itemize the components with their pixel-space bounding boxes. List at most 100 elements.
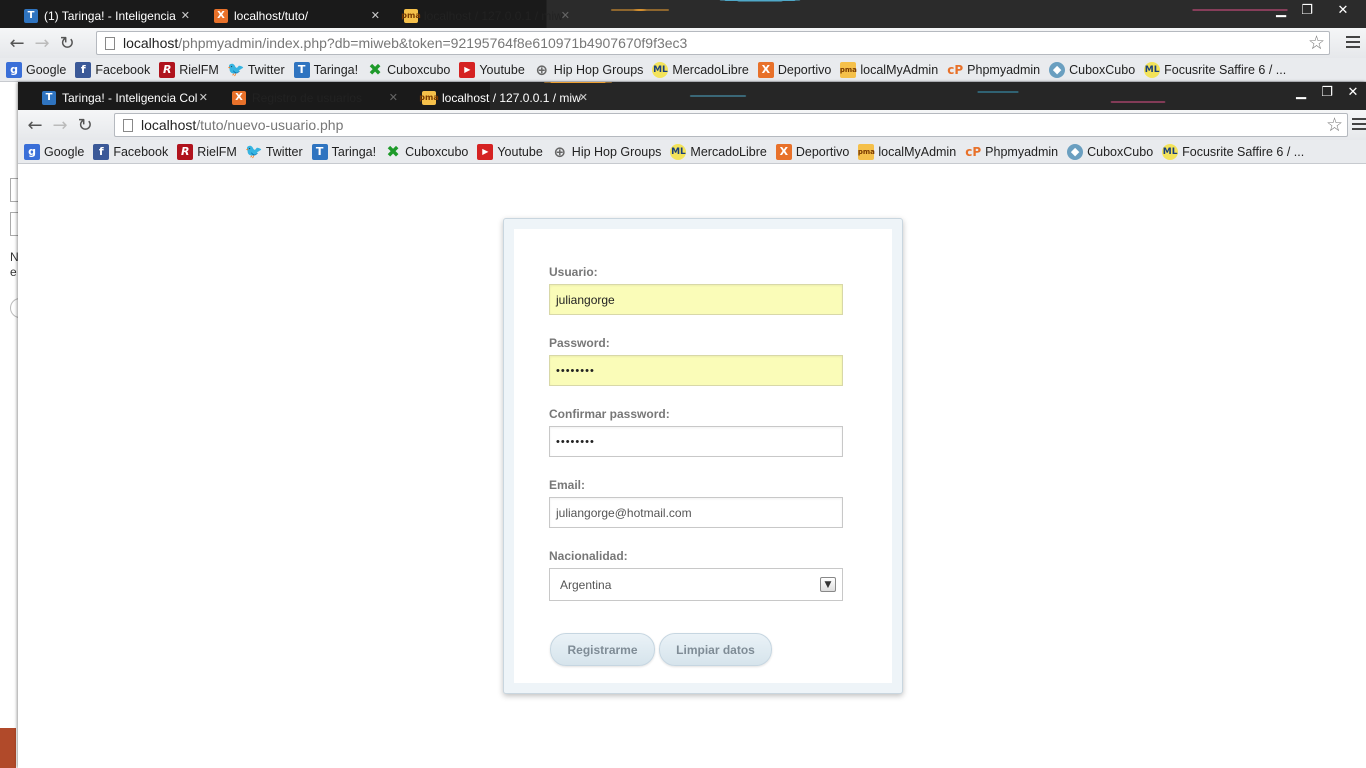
front-window-controls: ▁ ❐ ✕ xyxy=(1288,82,1366,102)
bookmark-label: MercadoLibre xyxy=(672,62,749,77)
back-tab-phpmyadmin[interactable]: pma localhost / 127.0.0.1 / miw ✕ xyxy=(386,3,582,28)
bookmark-label: Youtube xyxy=(479,62,525,77)
bookmark-label: Facebook xyxy=(95,62,151,77)
tab-label: (1) Taringa! - Inteligencia xyxy=(44,8,176,23)
xampp-icon: X xyxy=(232,90,246,105)
facebook-icon: f xyxy=(93,143,110,160)
twitter-icon: 🐦 xyxy=(227,61,245,78)
bookmark-phpmyadmin[interactable]: cP Phpmyadmin xyxy=(947,62,1040,78)
password-label: Password: xyxy=(549,336,610,350)
bookmark-facebook[interactable]: f Facebook xyxy=(75,61,151,78)
bookmark-label: Cuboxcubo xyxy=(387,62,451,77)
back-arrow-icon[interactable]: ← xyxy=(24,114,46,136)
phpmyadmin-icon: pma xyxy=(401,8,421,23)
bookmark-localmyadmin[interactable]: pma localMyAdmin xyxy=(858,143,957,160)
bookmark-phpmyadmin[interactable]: cP Phpmyadmin xyxy=(965,144,1058,160)
back-tab-tuto[interactable]: X localhost/tuto/ ✕ xyxy=(196,3,392,28)
bookmark-mercadolibre[interactable]: ML MercadoLibre xyxy=(670,143,767,160)
close-icon[interactable]: ✕ xyxy=(579,91,588,104)
front-toolbar: ← → ↻ localhost/tuto/nuevo-usuario.php ☆ xyxy=(18,110,1366,140)
limpiar-datos-button[interactable]: Limpiar datos xyxy=(659,633,772,666)
url-host: localhost xyxy=(141,117,197,133)
bookmark-deportivo[interactable]: X Deportivo xyxy=(757,61,831,78)
front-address-bar[interactable]: localhost/tuto/nuevo-usuario.php ☆ xyxy=(114,113,1348,137)
minimize-icon[interactable]: ▁ xyxy=(1268,0,1294,20)
close-icon[interactable]: ✕ xyxy=(561,9,570,22)
taringa-icon: T xyxy=(293,61,310,78)
back-address-bar[interactable]: localhost/phpmyadmin/index.php?db=miweb&… xyxy=(96,31,1330,55)
bookmark-youtube[interactable]: ▶ Youtube xyxy=(459,61,525,78)
window-close-icon[interactable]: ✕ xyxy=(1320,0,1366,20)
email-input[interactable]: juliangorge@hotmail.com xyxy=(549,497,843,528)
bookmark-facebook[interactable]: f Facebook xyxy=(93,143,168,160)
close-icon[interactable]: ✕ xyxy=(371,9,380,22)
close-icon[interactable]: ✕ xyxy=(181,9,190,22)
bookmark-mercadolibre[interactable]: ML MercadoLibre xyxy=(652,61,749,78)
password-input[interactable]: •••••••• xyxy=(549,355,843,386)
star-icon[interactable]: ☆ xyxy=(1308,32,1325,54)
usuario-input[interactable]: juliangorge xyxy=(549,284,843,315)
bookmark-localmyadmin[interactable]: pma localMyAdmin xyxy=(840,61,938,78)
tab-label: localhost / 127.0.0.1 / miw xyxy=(442,90,581,105)
cpanel-icon: cP xyxy=(947,62,964,77)
front-tab-phpmyadmin[interactable]: pma localhost / 127.0.0.1 / miw ✕ xyxy=(404,85,600,110)
bookmark-label: MercadoLibre xyxy=(690,144,767,159)
nacionalidad-select[interactable]: Argentina ▼ xyxy=(549,568,843,601)
menu-icon[interactable] xyxy=(1352,116,1366,132)
email-label: Email: xyxy=(549,478,586,492)
close-icon[interactable]: ✕ xyxy=(389,91,398,104)
taringa-icon: T xyxy=(24,8,38,23)
menu-icon[interactable] xyxy=(1346,34,1360,50)
registration-form-card: Usuario: juliangorge Password: •••••••• … xyxy=(503,218,903,694)
bookmark-deportivo[interactable]: X Deportivo xyxy=(775,143,849,160)
bookmark-label: Focusrite Saffire 6 / ... xyxy=(1164,62,1287,77)
star-icon[interactable]: ☆ xyxy=(1326,114,1343,136)
forward-arrow-icon[interactable]: → xyxy=(31,32,53,54)
confirm-password-input[interactable]: •••••••• xyxy=(549,426,843,457)
bookmark-twitter[interactable]: 🐦 Twitter xyxy=(245,144,303,160)
bookmark-cuboxcubo[interactable]: ◆ CuboxCubo xyxy=(1067,143,1153,160)
reload-icon[interactable]: ↻ xyxy=(56,32,78,54)
window-close-icon[interactable]: ✕ xyxy=(1340,82,1366,102)
reload-icon[interactable]: ↻ xyxy=(74,114,96,136)
bookmark-cuboxcubo[interactable]: ✖ Cuboxcubo xyxy=(385,142,468,161)
forward-arrow-icon[interactable]: → xyxy=(49,114,71,136)
bookmark-taringa[interactable]: T Taringa! xyxy=(311,143,376,160)
page-icon xyxy=(105,36,115,50)
registrarme-button[interactable]: Registrarme xyxy=(550,633,655,666)
bookmark-focusrite-saffire-6[interactable]: ML Focusrite Saffire 6 / ... xyxy=(1162,143,1304,160)
minimize-icon[interactable]: ▁ xyxy=(1288,82,1314,102)
bookmark-label: Google xyxy=(26,62,67,77)
url-host: localhost xyxy=(123,35,179,51)
tab-label: localhost / 127.0.0.1 / miw xyxy=(424,8,563,23)
maximize-icon[interactable]: ❐ xyxy=(1294,0,1320,20)
front-tab-taringa[interactable]: T Taringa! - Inteligencia Col ✕ xyxy=(24,85,220,110)
bookmark-rielfm[interactable]: R RielFM xyxy=(177,143,237,160)
phpmyadmin-icon: pma xyxy=(419,90,439,105)
front-tab-registro[interactable]: X Registro de usuarios ✕ xyxy=(214,85,410,110)
bookmark-cuboxcubo[interactable]: ◆ CuboxCubo xyxy=(1049,61,1135,78)
back-arrow-icon[interactable]: ← xyxy=(6,32,28,54)
bookmark-label: localMyAdmin xyxy=(878,144,957,159)
bookmark-google[interactable]: g Google xyxy=(6,61,67,78)
mercadolibre-icon: ML xyxy=(1144,61,1161,78)
close-icon[interactable]: ✕ xyxy=(199,91,208,104)
bookmark-hip-hop-groups[interactable]: ⊕ Hip Hop Groups xyxy=(552,143,662,161)
bookmark-twitter[interactable]: 🐦 Twitter xyxy=(227,61,285,78)
bookmark-focusrite-saffire-6[interactable]: ML Focusrite Saffire 6 / ... xyxy=(1144,61,1287,78)
bookmark-cuboxcubo[interactable]: ✖ Cuboxcubo xyxy=(367,60,451,79)
back-tab-taringa[interactable]: T (1) Taringa! - Inteligencia ✕ xyxy=(6,3,202,28)
google-icon: g xyxy=(6,61,22,78)
bookmark-youtube[interactable]: ▶ Youtube xyxy=(477,143,543,160)
bookmark-hip-hop-groups[interactable]: ⊕ Hip Hop Groups xyxy=(534,61,644,79)
chevron-down-icon[interactable]: ▼ xyxy=(820,577,836,592)
bookmark-label: Google xyxy=(44,144,85,159)
bookmark-google[interactable]: g Google xyxy=(24,143,85,160)
taringa-icon: T xyxy=(42,90,56,105)
bookmark-label: Twitter xyxy=(247,62,285,77)
page-content: Usuario: juliangorge Password: •••••••• … xyxy=(18,168,1366,768)
tab-label: Taringa! - Inteligencia Col xyxy=(62,90,198,105)
bookmark-taringa[interactable]: T Taringa! xyxy=(293,61,358,78)
maximize-icon[interactable]: ❐ xyxy=(1314,82,1340,102)
bookmark-rielfm[interactable]: R RielFM xyxy=(159,61,219,78)
